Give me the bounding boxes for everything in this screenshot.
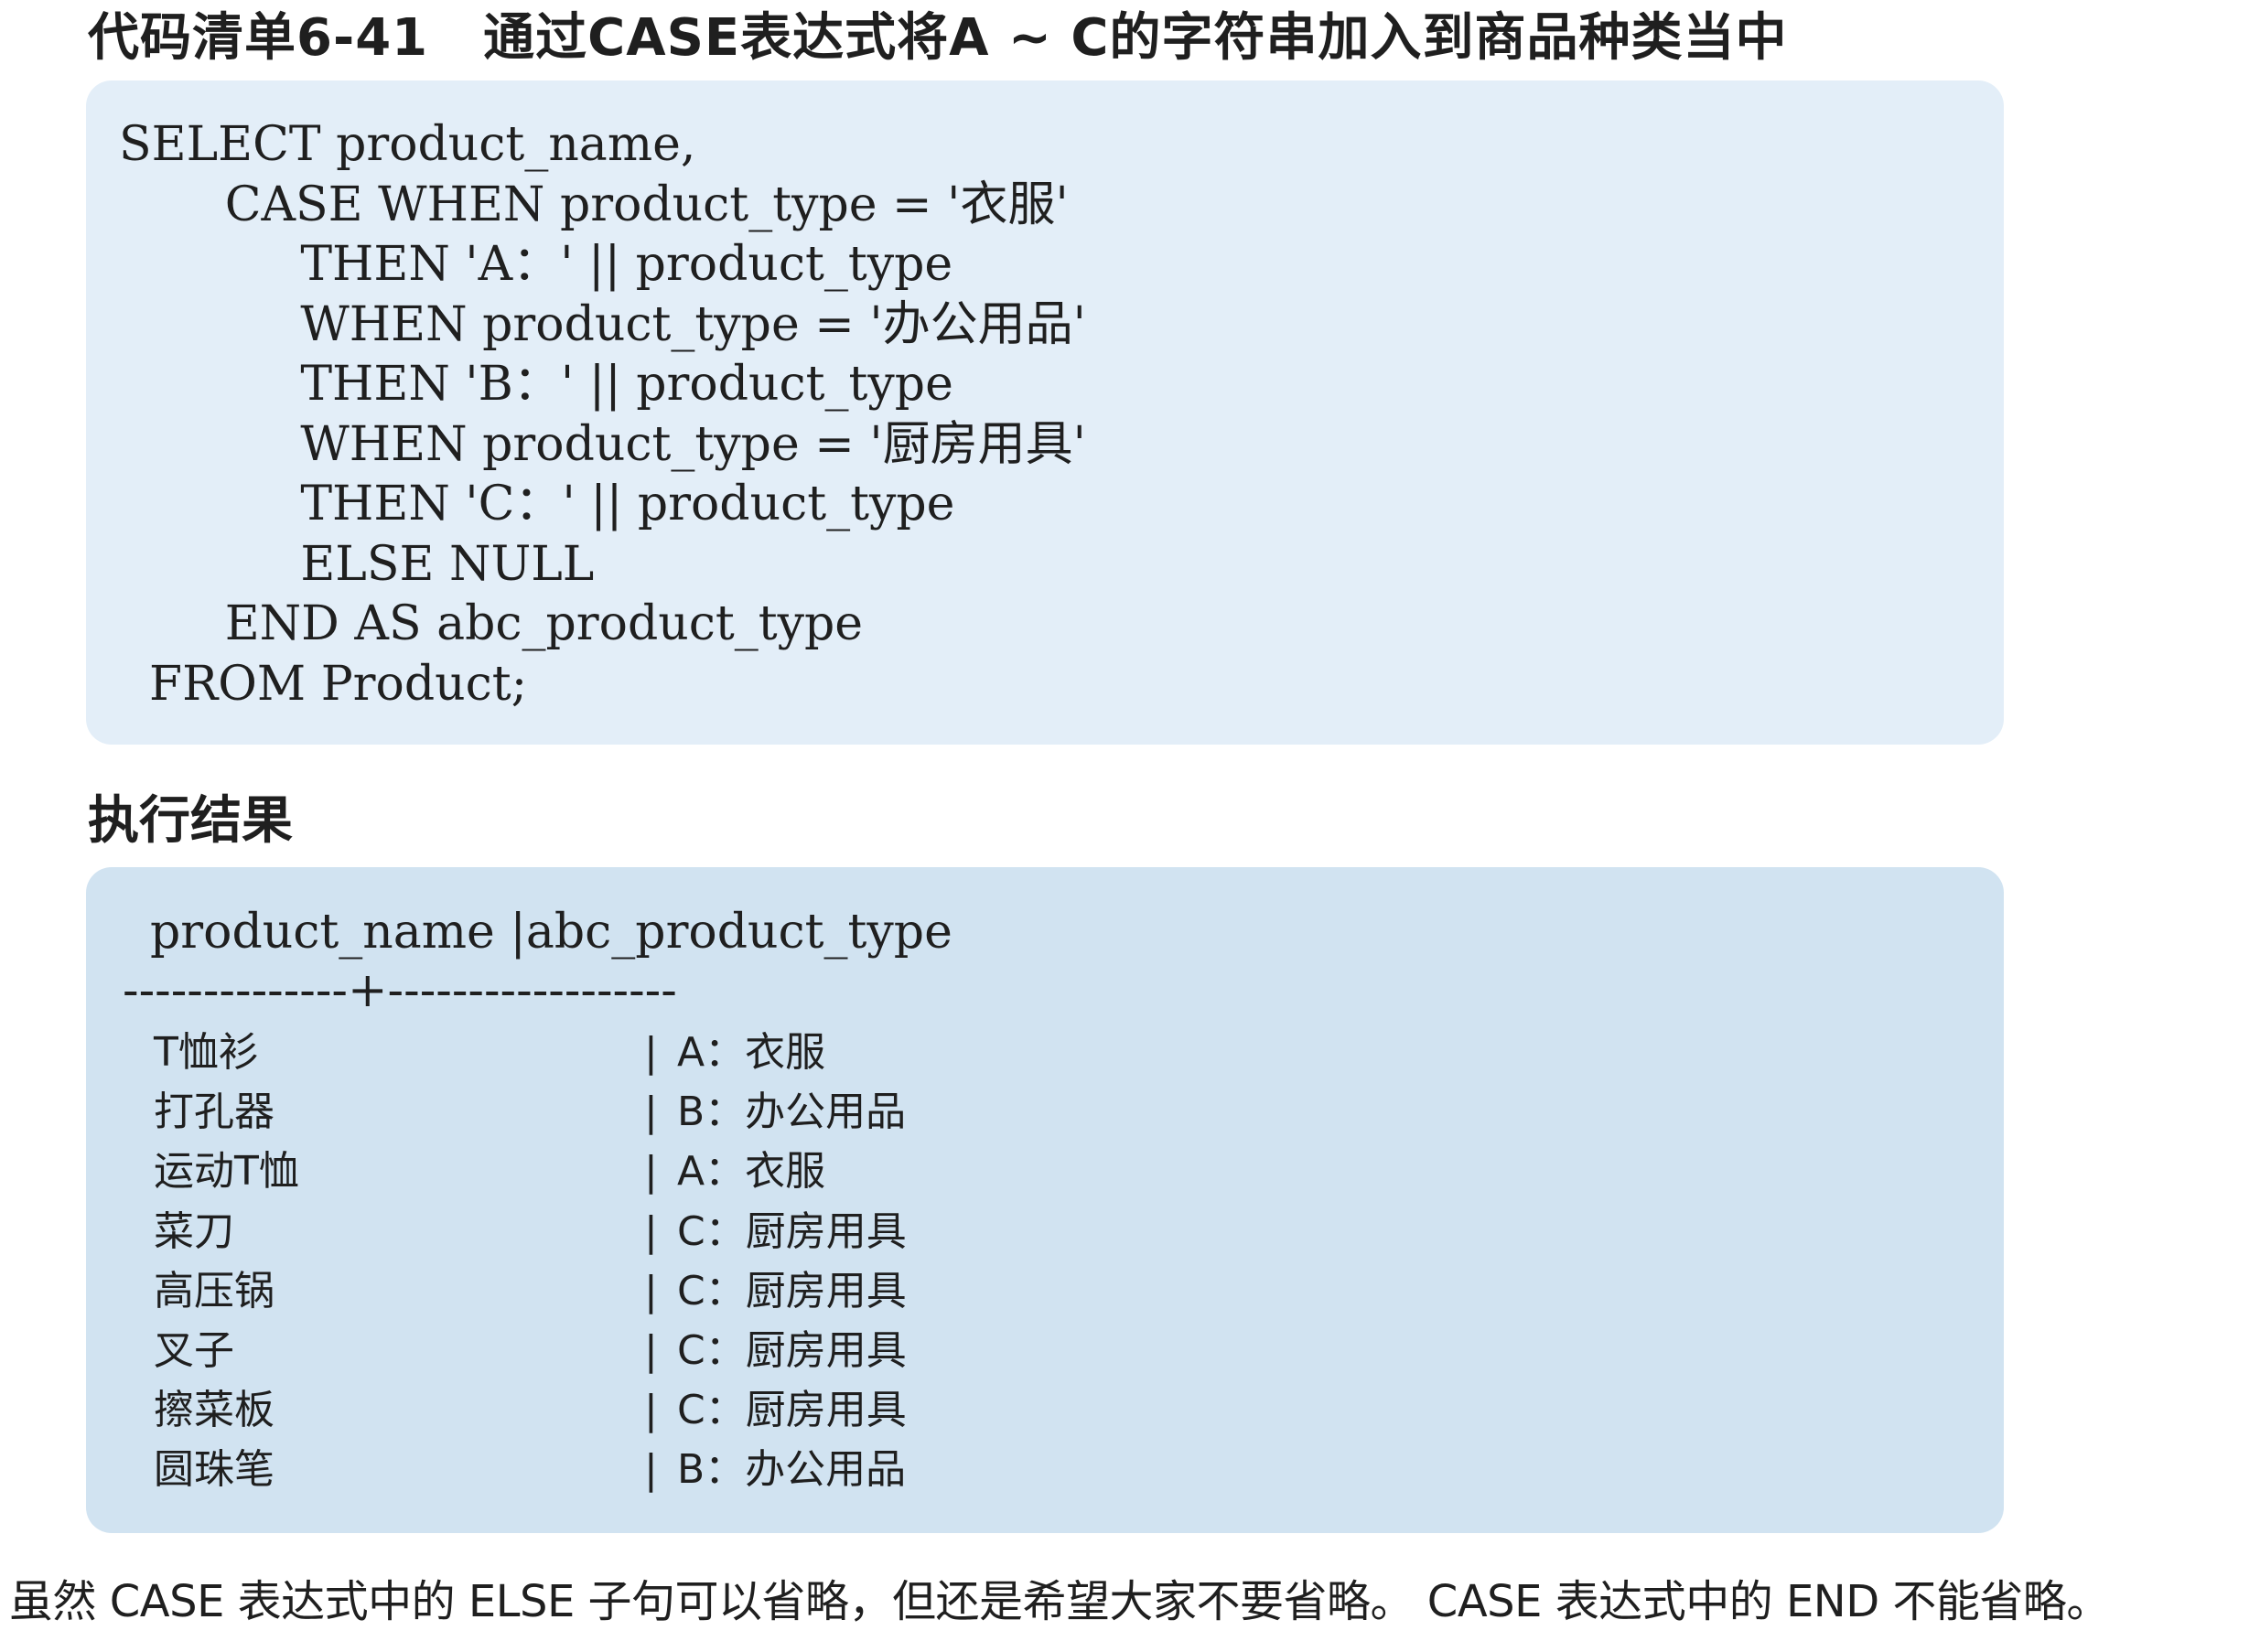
result-block: product_name |abc_product_type ---------… bbox=[86, 867, 2004, 1533]
column-separator: | bbox=[644, 1029, 658, 1076]
code-line: CASE WHEN product_type = '衣服' bbox=[119, 177, 1069, 232]
product-name-cell: 叉子 bbox=[154, 1326, 234, 1374]
result-header: product_name |abc_product_type bbox=[150, 905, 952, 960]
product-name-cell: T恤衫 bbox=[154, 1029, 259, 1076]
code-block: SELECT product_name, CASE WHEN product_t… bbox=[86, 80, 2004, 745]
abc-product-type-cell: C：厨房用具 bbox=[677, 1326, 907, 1374]
result-heading: 执行结果 bbox=[88, 791, 293, 851]
listing-title: 代码清单6-41 通过CASE表达式将A ~ C的字符串加入到商品种类当中 bbox=[88, 5, 1788, 71]
sql-code: SELECT product_name, CASE WHEN product_t… bbox=[119, 115, 1086, 714]
column-separator: | bbox=[644, 1326, 658, 1374]
abc-product-type-cell: A：衣服 bbox=[677, 1029, 826, 1076]
product-name-cell: 擦菜板 bbox=[154, 1387, 274, 1434]
code-line: END AS abc_product_type bbox=[119, 596, 864, 651]
result-rule: --------------+------------------ bbox=[123, 963, 677, 1018]
product-name-cell: 菜刀 bbox=[154, 1207, 234, 1255]
abc-product-type-cell: B：办公用品 bbox=[677, 1089, 907, 1136]
abc-product-type-cell: C：厨房用具 bbox=[677, 1387, 907, 1434]
column-separator: | bbox=[644, 1267, 658, 1314]
column-separator: | bbox=[644, 1148, 658, 1196]
abc-product-type-cell: C：厨房用具 bbox=[677, 1207, 907, 1255]
column-separator: | bbox=[644, 1089, 658, 1136]
code-line: THEN 'A：' || product_type bbox=[119, 237, 953, 292]
column-separator: | bbox=[644, 1446, 658, 1494]
abc-product-type-cell: B：办公用品 bbox=[677, 1446, 907, 1494]
product-name-cell: 运动T恤 bbox=[154, 1148, 299, 1196]
code-line: WHEN product_type = '办公用品' bbox=[119, 296, 1086, 352]
footnote: 虽然 CASE 表达式中的 ELSE 子句可以省略，但还是希望大家不要省略。 C… bbox=[9, 1576, 2110, 1627]
product-name-cell: 高压锅 bbox=[154, 1267, 274, 1314]
listing-caption: 通过CASE表达式将A ~ C的字符串加入到商品种类当中 bbox=[483, 8, 1788, 68]
listing-number: 代码清单6-41 bbox=[88, 8, 429, 68]
code-line: THEN 'B：' || product_type bbox=[119, 357, 953, 412]
code-line: FROM Product; bbox=[119, 656, 528, 712]
code-line: WHEN product_type = '厨房用具' bbox=[119, 416, 1086, 472]
abc-product-type-cell: A：衣服 bbox=[677, 1148, 826, 1196]
code-line: SELECT product_name, bbox=[119, 117, 696, 172]
code-line: THEN 'C：' || product_type bbox=[119, 477, 955, 531]
column-separator: | bbox=[644, 1207, 658, 1255]
column-separator: | bbox=[644, 1387, 658, 1434]
code-line: ELSE NULL bbox=[119, 536, 595, 592]
abc-product-type-cell: C：厨房用具 bbox=[677, 1267, 907, 1314]
product-name-cell: 打孔器 bbox=[154, 1089, 274, 1136]
product-name-cell: 圆珠笔 bbox=[154, 1446, 274, 1494]
